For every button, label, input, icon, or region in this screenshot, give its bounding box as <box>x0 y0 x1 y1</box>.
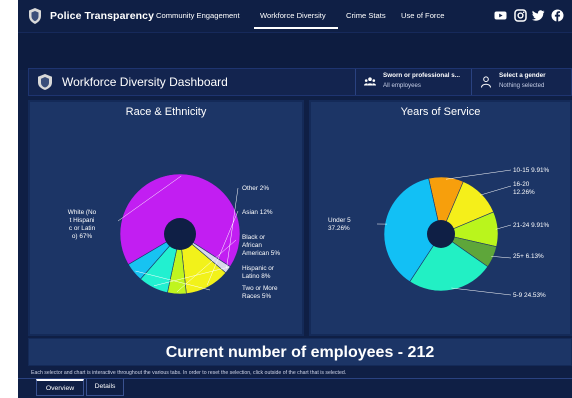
youtube-icon[interactable] <box>494 9 507 22</box>
slice-label: Hispanic or Latino 8% <box>242 265 275 280</box>
slice-label: 5-9 24.53% <box>513 292 546 299</box>
page-tabs: Overview Details <box>18 378 572 398</box>
person-icon <box>481 76 491 88</box>
active-nav-indicator <box>254 27 338 29</box>
employee-type-selector-value: All employees <box>383 82 421 89</box>
instructions-note: Each selector and chart is interactive t… <box>31 370 347 376</box>
years-of-service-chart[interactable]: 10-15 9.91% 16-20 12.26% 21-24 9.91% 25+ 6.1… <box>311 102 572 338</box>
brand-title: Police Transparency <box>50 10 155 22</box>
tab-overview[interactable]: Overview <box>36 379 84 396</box>
slice-label: Two or More Races 5% <box>242 285 278 300</box>
leader-line <box>445 169 512 180</box>
facebook-icon[interactable] <box>551 9 564 22</box>
slice-label: Other 2% <box>242 185 269 192</box>
gender-selector-value: Nothing selected <box>499 82 545 89</box>
nav-use-of-force[interactable]: Use of Force <box>401 11 444 20</box>
employee-count-bar: Current number of employees - 212 <box>28 338 572 366</box>
leader-line <box>451 287 512 296</box>
employee-count: Current number of employees - 212 <box>165 344 435 361</box>
nav-crime-stats[interactable]: Crime Stats <box>346 11 386 20</box>
page-title: Workforce Diversity Dashboard <box>62 75 228 89</box>
instagram-icon[interactable] <box>514 9 527 22</box>
gender-selector-title: Select a gender <box>499 72 546 79</box>
race-ethnicity-panel[interactable]: Race & Ethnicity White (No t Hispani c or … <box>28 100 304 336</box>
police-badge-icon <box>29 8 41 24</box>
dashboard-header: Workforce Diversity Dashboard Sworn or p… <box>28 68 572 96</box>
leader-line <box>491 256 512 259</box>
employee-type-selector[interactable]: Sworn or professional s... All employees <box>355 69 471 95</box>
gender-selector[interactable]: Select a gender Nothing selected <box>471 69 572 95</box>
slice-label: 25+ 6.13% <box>513 253 544 260</box>
slice-label: Black or African American 5% <box>242 234 280 257</box>
slice-label: 10-15 9.91% <box>513 167 550 174</box>
police-badge-icon <box>38 74 52 90</box>
sub-bar <box>18 32 572 70</box>
twitter-icon[interactable] <box>532 9 545 22</box>
slice-label: Asian 12% <box>242 209 273 216</box>
brand[interactable]: Police Transparency <box>28 6 154 26</box>
leader-line <box>479 185 512 196</box>
top-nav: Police Transparency Community Engagement… <box>18 0 572 32</box>
slice-label: Under 5 37.26% <box>328 217 351 232</box>
slice-label: 16-20 12.26% <box>513 181 535 196</box>
slice-label: White (No t Hispani c or Latin o) 67% <box>68 209 97 240</box>
tab-details[interactable]: Details <box>86 379 124 396</box>
years-of-service-panel[interactable]: Years of Service 10-15 9.91% 16-20 12.26% 2… <box>309 100 572 336</box>
nav-community-engagement[interactable]: Community Engagement <box>156 11 240 20</box>
people-group-icon <box>364 77 376 86</box>
donut-hole <box>164 218 196 250</box>
donut-hole <box>427 220 455 248</box>
app-frame: Police Transparency Community Engagement… <box>18 0 572 398</box>
slice-label: 21-24 9.91% <box>513 222 550 229</box>
race-ethnicity-chart[interactable]: White (No t Hispani c or Latin o) 67% Other … <box>30 102 306 338</box>
leader-line <box>495 224 512 230</box>
employee-type-selector-title: Sworn or professional s... <box>383 72 460 79</box>
nav-workforce-diversity[interactable]: Workforce Diversity <box>260 11 326 20</box>
